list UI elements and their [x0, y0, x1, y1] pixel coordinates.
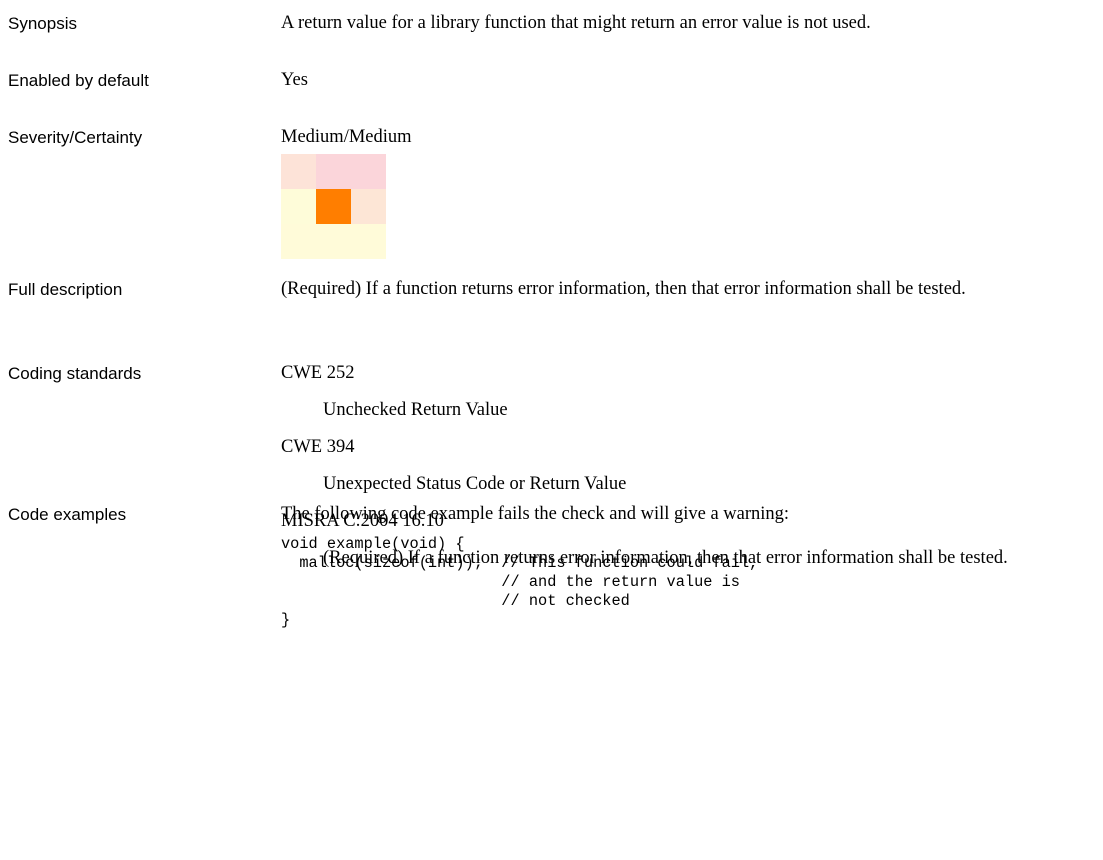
standard-description: Unchecked Return Value: [323, 400, 508, 420]
severity-value: Medium/Medium: [281, 127, 412, 147]
synopsis-label: Synopsis: [8, 14, 77, 33]
severity-cell: [316, 154, 351, 189]
severity-cell: [281, 224, 316, 259]
severity-cell: [351, 224, 386, 259]
full-description-label: Full description: [8, 280, 123, 299]
severity-label: Severity/Certainty: [8, 128, 143, 147]
standard-name: CWE 394: [281, 437, 355, 457]
code-block: void example(void) { malloc(sizeof(int))…: [281, 535, 759, 629]
severity-cell: [281, 154, 316, 189]
standard-name: CWE 252: [281, 363, 355, 383]
severity-cell: [351, 189, 386, 224]
enabled-label: Enabled by default: [8, 71, 149, 90]
full-description-text: (Required) If a function returns error i…: [281, 279, 966, 299]
enabled-value: Yes: [281, 70, 308, 90]
severity-cell-selected: [316, 189, 351, 224]
severity-cell: [316, 224, 351, 259]
code-examples-label: Code examples: [8, 505, 127, 524]
severity-cell: [351, 154, 386, 189]
synopsis-text: A return value for a library function th…: [281, 13, 871, 33]
code-examples-intro: The following code example fails the che…: [281, 504, 790, 524]
severity-certainty-grid: [281, 154, 386, 259]
standard-description: Unexpected Status Code or Return Value: [323, 474, 627, 494]
severity-cell: [281, 189, 316, 224]
coding-standards-label: Coding standards: [8, 364, 142, 383]
